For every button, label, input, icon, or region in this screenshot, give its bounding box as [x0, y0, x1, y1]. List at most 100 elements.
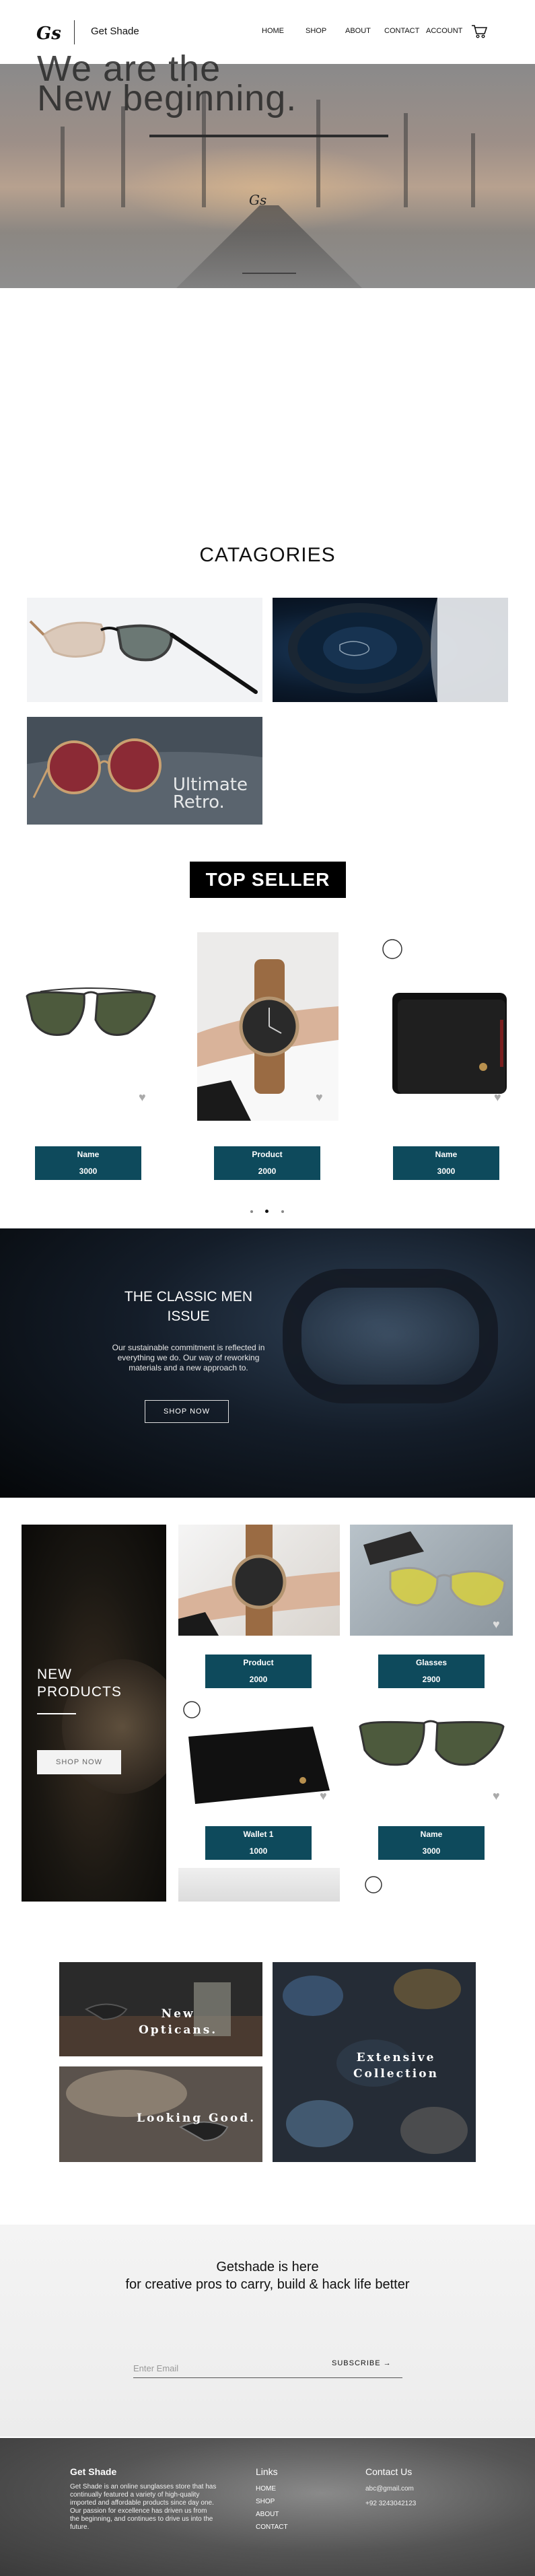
new-products-underline	[37, 1713, 76, 1714]
wrist-watch-icon	[178, 1525, 340, 1636]
product-price: 3000	[79, 1167, 98, 1176]
new-product-watch[interactable]	[178, 1525, 340, 1636]
hero-signature-underline	[242, 273, 296, 274]
product-name: Name	[77, 1150, 100, 1159]
brand-mark-icon	[365, 1876, 382, 1893]
new-product-label-4[interactable]: Name 3000	[378, 1826, 485, 1860]
svg-text:Gs: Gs	[36, 24, 61, 44]
categories-title: CATAGORIES	[199, 544, 336, 566]
classic-shop-now-button[interactable]: SHOP NOW	[145, 1400, 229, 1423]
product-name: Product	[243, 1658, 274, 1667]
footer-about: Get Shade is an online sunglasses store …	[70, 2483, 217, 2531]
new-products-title: NEW PRODUCTS	[37, 1666, 122, 1701]
product-label-1[interactable]: Name 3000	[35, 1146, 141, 1180]
logo[interactable]: Gs	[35, 19, 62, 46]
new-products-title-line2: PRODUCTS	[37, 1684, 122, 1700]
carousel-dot-active[interactable]	[265, 1210, 269, 1213]
product-price: 2000	[249, 1675, 268, 1684]
new-product-label-2[interactable]: Glasses 2900	[378, 1655, 485, 1688]
retro-caption: Ultimate Retro.	[173, 776, 248, 811]
sunglasses-image-icon	[27, 598, 262, 702]
new-products-shop-now-button[interactable]: SHOP NOW	[37, 1750, 121, 1774]
aviator-sunglasses-icon	[359, 1720, 505, 1766]
product-name: Name	[435, 1150, 458, 1159]
new-product-aviator[interactable]: ♥	[350, 1696, 513, 1807]
carousel-dots	[250, 1209, 285, 1214]
product-label-2[interactable]: Product 2000	[214, 1146, 320, 1180]
product-name: Product	[252, 1150, 283, 1159]
footer-email[interactable]: abc@gmail.com	[365, 2485, 414, 2493]
product-card-aviator[interactable]: ♥	[20, 932, 162, 1121]
product-price: 3000	[437, 1167, 456, 1176]
category-card-sunglasses[interactable]	[27, 598, 262, 702]
category-card-airplane-window[interactable]	[273, 598, 508, 702]
new-product-glasses[interactable]: ♥	[350, 1525, 513, 1636]
newsletter-title-line1: Getshade is here	[216, 2260, 319, 2274]
new-product-partial-1[interactable]	[178, 1868, 340, 1902]
nav-contact[interactable]: CONTACT	[384, 27, 419, 35]
favorite-heart-icon[interactable]: ♥	[494, 1091, 506, 1103]
gallery-caption-line2: Opticans.	[139, 2023, 218, 2037]
gallery-caption-line1: New	[161, 2007, 195, 2021]
nav-account[interactable]: ACCOUNT	[426, 27, 462, 35]
new-product-partial-2[interactable]	[350, 1868, 513, 1902]
hero-divider-bar	[149, 135, 388, 137]
new-product-label-1[interactable]: Product 2000	[205, 1655, 312, 1688]
footer-link-contact[interactable]: CONTACT	[256, 2521, 288, 2534]
hero-title-line2: New beginning.	[37, 78, 297, 118]
product-label-3[interactable]: Name 3000	[393, 1146, 499, 1180]
gallery-caption-looking-good: Looking Good.	[137, 2112, 256, 2125]
cart-icon[interactable]	[471, 24, 488, 39]
gallery-caption-collection: Extensive Collection	[353, 2050, 439, 2082]
top-seller-title: TOP SELLER	[190, 862, 346, 898]
footer-phone[interactable]: +92 3243042123	[365, 2500, 416, 2508]
favorite-heart-icon[interactable]: ♥	[320, 1790, 332, 1802]
airplane-window-icon	[288, 598, 508, 702]
product-price: 3000	[422, 1846, 441, 1856]
classic-title: THE CLASSIC MEN ISSUE	[124, 1289, 253, 1324]
product-name: Glasses	[415, 1658, 448, 1667]
yellow-glasses-icon	[363, 1531, 506, 1608]
favorite-heart-icon[interactable]: ♥	[493, 1618, 505, 1630]
gallery-caption-line2: Collection	[353, 2067, 439, 2081]
airplane-window-bg	[283, 1269, 498, 1403]
footer-brand: Get Shade	[70, 2466, 117, 2477]
footer-link-about[interactable]: ABOUT	[256, 2508, 288, 2521]
product-price: 1000	[249, 1846, 268, 1856]
favorite-heart-icon[interactable]: ♥	[139, 1091, 151, 1103]
nav-about[interactable]: ABOUT	[345, 27, 371, 35]
retro-caption-line2: Retro.	[172, 792, 225, 812]
product-price: 2900	[422, 1675, 441, 1684]
product-card-wallet[interactable]: ♥	[376, 932, 517, 1121]
gallery-caption-line1: Extensive	[356, 2051, 436, 2064]
newsletter-title-line2: for creative pros to carry, build & hack…	[125, 2277, 410, 2292]
product-name: Name	[420, 1830, 443, 1839]
newsletter-section	[0, 2225, 535, 2437]
footer-link-home[interactable]: HOME	[256, 2482, 288, 2495]
classic-description: Our sustainable commitment is reflected …	[112, 1343, 265, 1372]
product-card-watch[interactable]: ♥	[197, 932, 338, 1121]
new-products-title-line1: NEW	[37, 1667, 72, 1682]
new-product-wallet[interactable]: ♥	[178, 1696, 340, 1807]
brand-name[interactable]: Get Shade	[91, 26, 139, 37]
hero-signature: Gs	[249, 192, 267, 208]
nav-home[interactable]: HOME	[262, 27, 284, 35]
gallery-new-opticians[interactable]: New Opticans.	[59, 1962, 262, 2056]
logo-mark-icon: Gs	[36, 24, 61, 44]
new-product-label-3[interactable]: Wallet 1 1000	[205, 1826, 312, 1860]
favorite-heart-icon[interactable]: ♥	[493, 1790, 505, 1802]
gallery-looking-good[interactable]: Looking Good.	[59, 2066, 262, 2162]
logo-divider	[74, 20, 75, 44]
nav-shop[interactable]: SHOP	[306, 27, 326, 35]
site-footer: Get Shade Get Shade is an online sunglas…	[0, 2438, 535, 2576]
favorite-heart-icon[interactable]: ♥	[316, 1091, 328, 1103]
footer-links: HOME SHOP ABOUT CONTACT	[256, 2482, 288, 2534]
category-card-retro[interactable]: Ultimate Retro.	[27, 717, 262, 825]
subscribe-button[interactable]: SUBSCRIBE →	[332, 2359, 392, 2367]
carousel-dot[interactable]	[250, 1210, 253, 1213]
retro-caption-line1: Ultimate	[172, 775, 248, 795]
gallery-extensive-collection[interactable]: Extensive Collection	[273, 1962, 476, 2162]
product-price: 2000	[258, 1167, 277, 1176]
footer-link-shop[interactable]: SHOP	[256, 2495, 288, 2508]
carousel-dot[interactable]	[281, 1210, 284, 1213]
